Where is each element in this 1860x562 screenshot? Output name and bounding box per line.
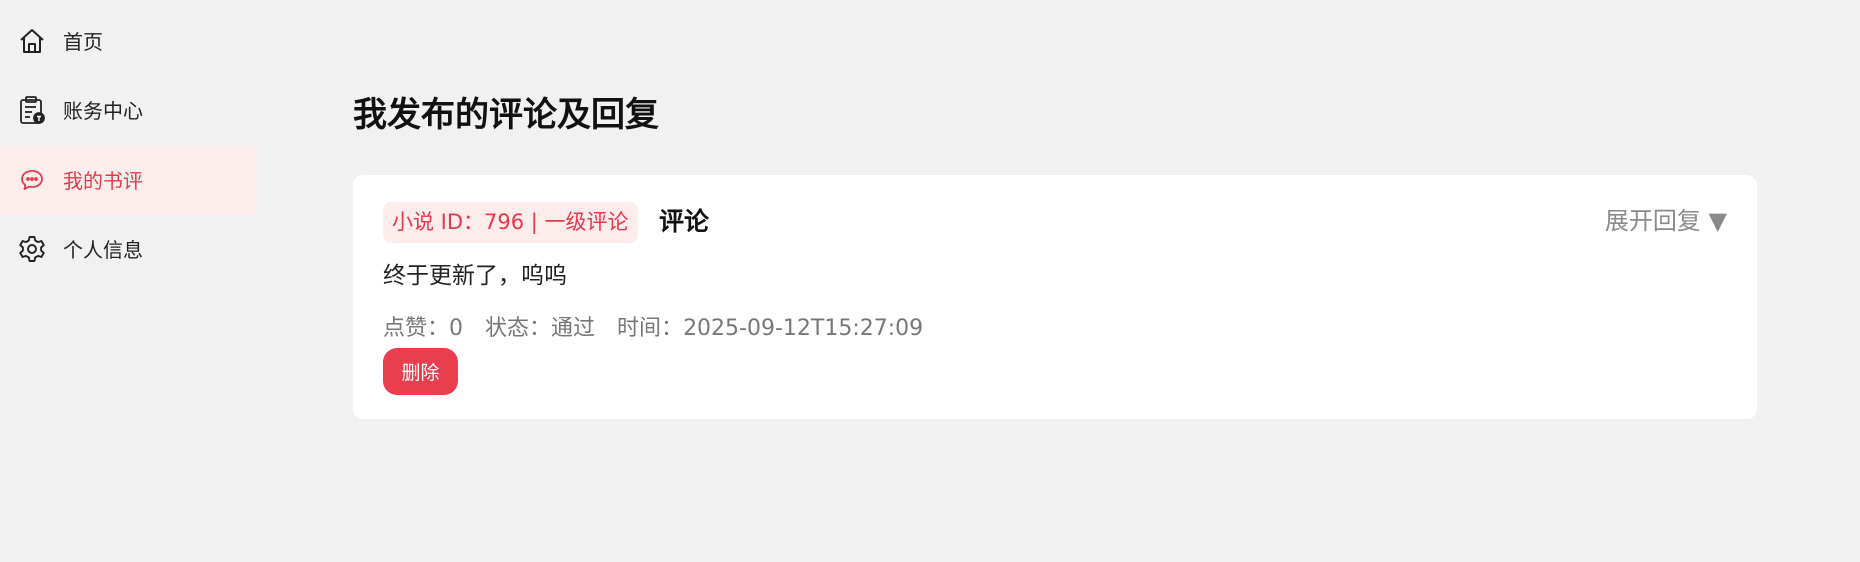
status-value: 通过 (551, 316, 596, 341)
expand-replies-button[interactable]: 展开回复 ▼ (1605, 203, 1727, 239)
page: 首页 账务中心 我的书评 个人信息 我发布的评论及回复 小说 ID：796 | … (0, 0, 1860, 562)
comment-tag-badge: 小说 ID：796 | 一级评论 (383, 202, 638, 243)
status-label: 状态： (485, 316, 552, 341)
comment-meta: 点赞：0 状态：通过 时间：2025-09-12T15:27:09 (383, 313, 923, 345)
likes-label: 点赞： (383, 316, 450, 341)
sidebar-item-home[interactable]: 首页 (0, 6, 257, 75)
sidebar-item-label: 我的书评 (63, 169, 143, 193)
delete-button[interactable]: 删除 (383, 348, 458, 395)
sidebar-item-my-reviews[interactable]: 我的书评 (0, 145, 257, 214)
likes-count: 0 (449, 316, 464, 341)
page-title: 我发布的评论及回复 (353, 95, 659, 135)
home-icon (16, 25, 48, 57)
gear-icon (16, 233, 48, 265)
sidebar-item-profile[interactable]: 个人信息 (0, 214, 257, 283)
time-value: 2025-09-12T15:27:09 (683, 316, 924, 341)
account-clipboard-icon (16, 94, 48, 126)
comment-content: 终于更新了，呜呜 (383, 263, 567, 289)
time-label: 时间： (617, 316, 684, 341)
sidebar-item-label: 个人信息 (63, 238, 143, 262)
sidebar-item-label: 账务中心 (63, 99, 143, 123)
comment-card: 小说 ID：796 | 一级评论 评论 展开回复 ▼ 终于更新了，呜呜 点赞：0… (353, 175, 1757, 419)
comment-type-label: 评论 (659, 207, 710, 236)
sidebar-item-label: 首页 (63, 30, 103, 54)
sidebar: 首页 账务中心 我的书评 个人信息 (0, 0, 257, 562)
sidebar-item-account[interactable]: 账务中心 (0, 75, 257, 144)
chat-bubble-icon (16, 164, 48, 196)
